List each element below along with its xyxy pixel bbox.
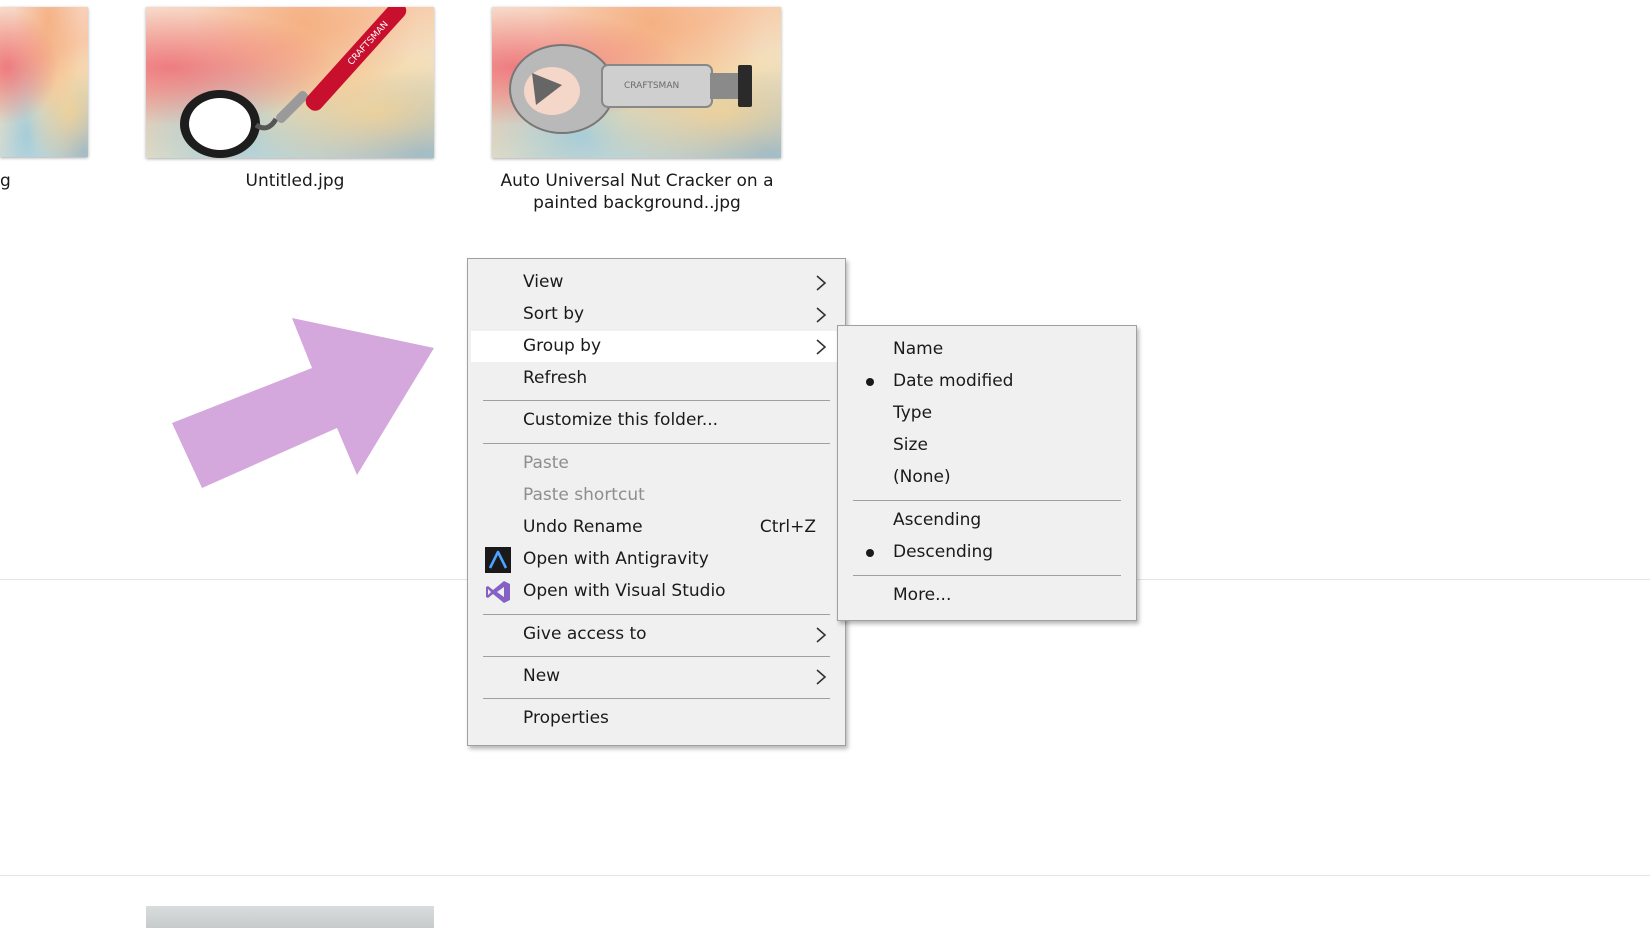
menu-item-sort-by[interactable]: Sort by [471, 299, 842, 330]
antigravity-icon [485, 547, 511, 573]
selected-bullet-icon [866, 549, 874, 557]
menu-item-open-with-visual-studio[interactable]: Open with Visual Studio [471, 576, 842, 607]
chevron-right-icon [816, 339, 827, 355]
telescoping-mirror-image: CRAFTSMAN [180, 7, 407, 158]
menu-separator [483, 400, 830, 401]
menu-item-open-with-antigravity[interactable]: Open with Antigravity [471, 544, 842, 575]
file-thumbnail[interactable] [0, 7, 88, 157]
submenu-item-date-modified[interactable]: Date modified [841, 366, 1133, 397]
group-divider [0, 875, 1650, 876]
chevron-right-icon [816, 307, 827, 323]
context-menu: View Sort by Group by Refresh Customize … [467, 258, 846, 746]
chevron-right-icon [816, 669, 827, 685]
menu-item-refresh[interactable]: Refresh [471, 363, 842, 394]
submenu-item-ascending[interactable]: Ascending [841, 505, 1133, 536]
menu-separator [483, 614, 830, 615]
nut-cracker-brand-text: CRAFTSMAN [624, 81, 679, 91]
menu-item-customize-folder[interactable]: Customize this folder... [471, 405, 842, 436]
nut-cracker-image: CRAFTSMAN [509, 44, 752, 134]
chevron-right-icon [816, 627, 827, 643]
submenu-item-type[interactable]: Type [841, 398, 1133, 429]
undo-shortcut-label: Ctrl+Z [759, 517, 816, 537]
menu-item-give-access[interactable]: Give access to [471, 619, 842, 650]
menu-separator [853, 575, 1121, 576]
menu-separator [853, 500, 1121, 501]
file-name-label[interactable]: Auto Universal Nut Cracker on a painted … [492, 170, 782, 214]
file-thumbnail[interactable] [146, 906, 434, 928]
menu-item-paste-shortcut: Paste shortcut [523, 485, 645, 505]
menu-item-group-by[interactable]: Group by [471, 331, 842, 362]
submenu-item-more[interactable]: More... [841, 580, 1133, 611]
magnifier-brand-text: CRAFTSMAN [346, 20, 390, 68]
group-by-submenu: Name Date modified Type Size (None) Asce… [837, 325, 1137, 621]
file-thumbnail-untitled[interactable]: CRAFTSMAN [146, 7, 434, 158]
chevron-right-icon [816, 275, 827, 291]
menu-separator [483, 656, 830, 657]
menu-item-view[interactable]: View [471, 267, 842, 298]
submenu-item-none[interactable]: (None) [841, 462, 1133, 493]
annotation-arrow-icon [172, 318, 434, 488]
menu-item-undo-rename[interactable]: Undo Rename Ctrl+Z [471, 512, 842, 543]
file-name-label[interactable]: g [0, 170, 12, 192]
selected-bullet-icon [866, 378, 874, 386]
file-name-label[interactable]: Untitled.jpg [190, 170, 400, 192]
menu-separator [483, 443, 830, 444]
file-thumbnail-nut-cracker[interactable]: CRAFTSMAN [492, 7, 781, 158]
submenu-item-size[interactable]: Size [841, 430, 1133, 461]
menu-item-paste: Paste [523, 453, 569, 473]
menu-separator [483, 698, 830, 699]
menu-item-properties[interactable]: Properties [471, 703, 842, 734]
menu-item-new[interactable]: New [471, 661, 842, 692]
visual-studio-icon [486, 581, 510, 603]
submenu-item-descending[interactable]: Descending [841, 537, 1133, 568]
submenu-item-name[interactable]: Name [841, 334, 1133, 365]
